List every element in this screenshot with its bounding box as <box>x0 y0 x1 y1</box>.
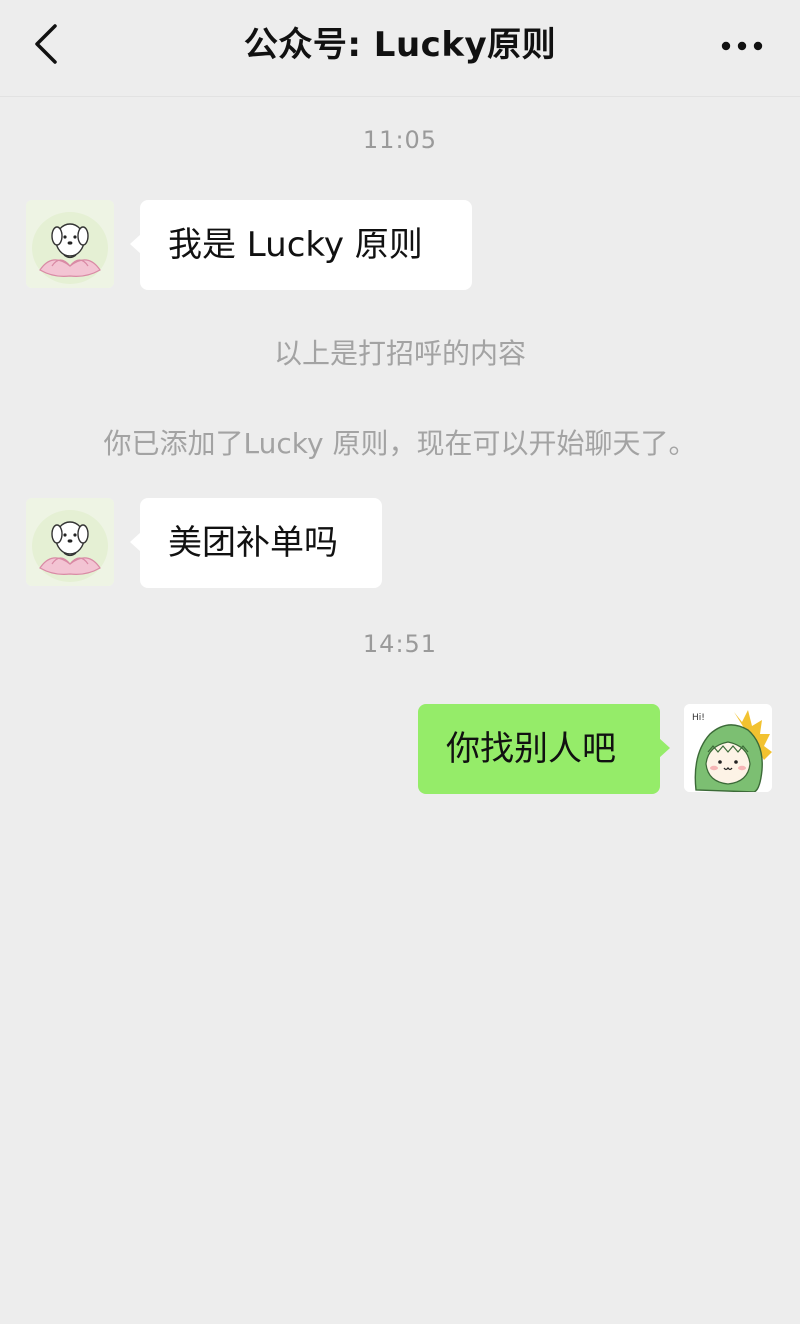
incoming-message-bubble[interactable]: 我是 Lucky 原则 <box>130 200 472 290</box>
outgoing-message-bubble[interactable]: 你找别人吧 <box>418 704 670 794</box>
more-button[interactable] <box>714 26 770 66</box>
chat-title: 公众号: Lucky原则 <box>243 25 557 65</box>
dinosaur-avatar-icon: Hi! <box>684 704 772 792</box>
timestamp: 14:51 <box>362 630 438 658</box>
self-avatar[interactable]: Hi! <box>684 704 772 792</box>
sender-avatar[interactable] <box>26 498 114 586</box>
system-notice: 你已添加了Lucky 原则，现在可以开始聊天了。 <box>103 427 697 460</box>
chevron-left-icon <box>35 24 57 64</box>
lotus-puppy-avatar-icon <box>26 200 114 288</box>
lotus-puppy-avatar-icon <box>26 498 114 586</box>
chat-header: 公众号: Lucky原则 <box>0 0 800 97</box>
back-button[interactable] <box>24 22 68 66</box>
timestamp: 11:05 <box>362 126 438 154</box>
system-notice: 以上是打招呼的内容 <box>273 337 526 370</box>
avatar-caption: Hi! <box>692 713 705 723</box>
sender-avatar[interactable] <box>26 200 114 288</box>
more-dots-icon <box>721 41 763 51</box>
incoming-message-bubble[interactable]: 美团补单吗 <box>130 498 382 588</box>
